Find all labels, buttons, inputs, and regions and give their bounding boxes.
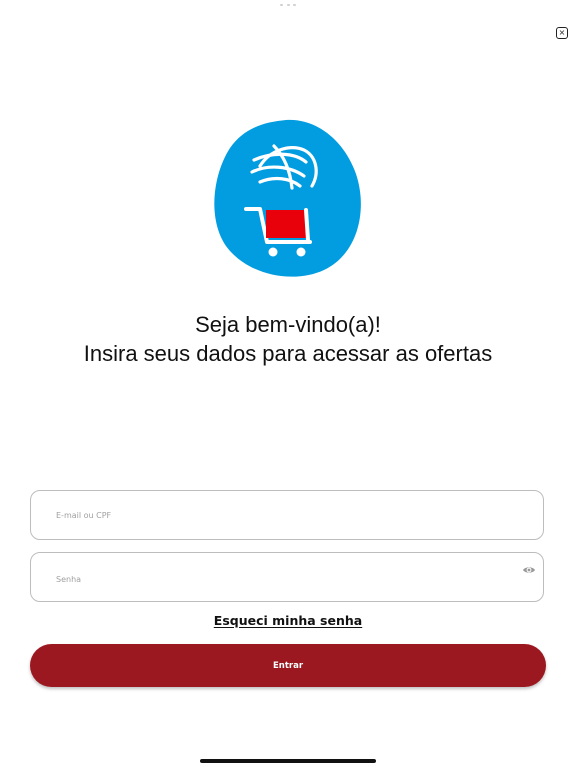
home-indicator[interactable] — [200, 759, 376, 763]
welcome-message: Seja bem-vindo(a)! Insira seus dados par… — [0, 310, 576, 368]
eye-icon[interactable] — [522, 565, 536, 575]
forgot-password-link[interactable]: Esqueci minha senha — [0, 613, 576, 628]
password-input[interactable] — [56, 555, 506, 603]
multitasking-indicator[interactable] — [280, 4, 296, 8]
login-button[interactable]: Entrar — [30, 644, 546, 687]
logo-blob — [214, 119, 361, 277]
email-input[interactable] — [56, 491, 506, 539]
login-screen: × Seja bem-vindo(a)! Insira seus dados p… — [0, 0, 576, 768]
close-button[interactable]: × — [556, 27, 568, 39]
close-icon: × — [558, 28, 566, 37]
welcome-subtitle: Insira seus dados para acessar as oferta… — [83, 341, 493, 366]
shopping-cart-globe-logo — [214, 119, 361, 277]
email-field[interactable] — [30, 490, 544, 540]
password-field[interactable] — [30, 552, 544, 603]
welcome-title: Seja bem-vindo(a)! — [195, 312, 381, 337]
